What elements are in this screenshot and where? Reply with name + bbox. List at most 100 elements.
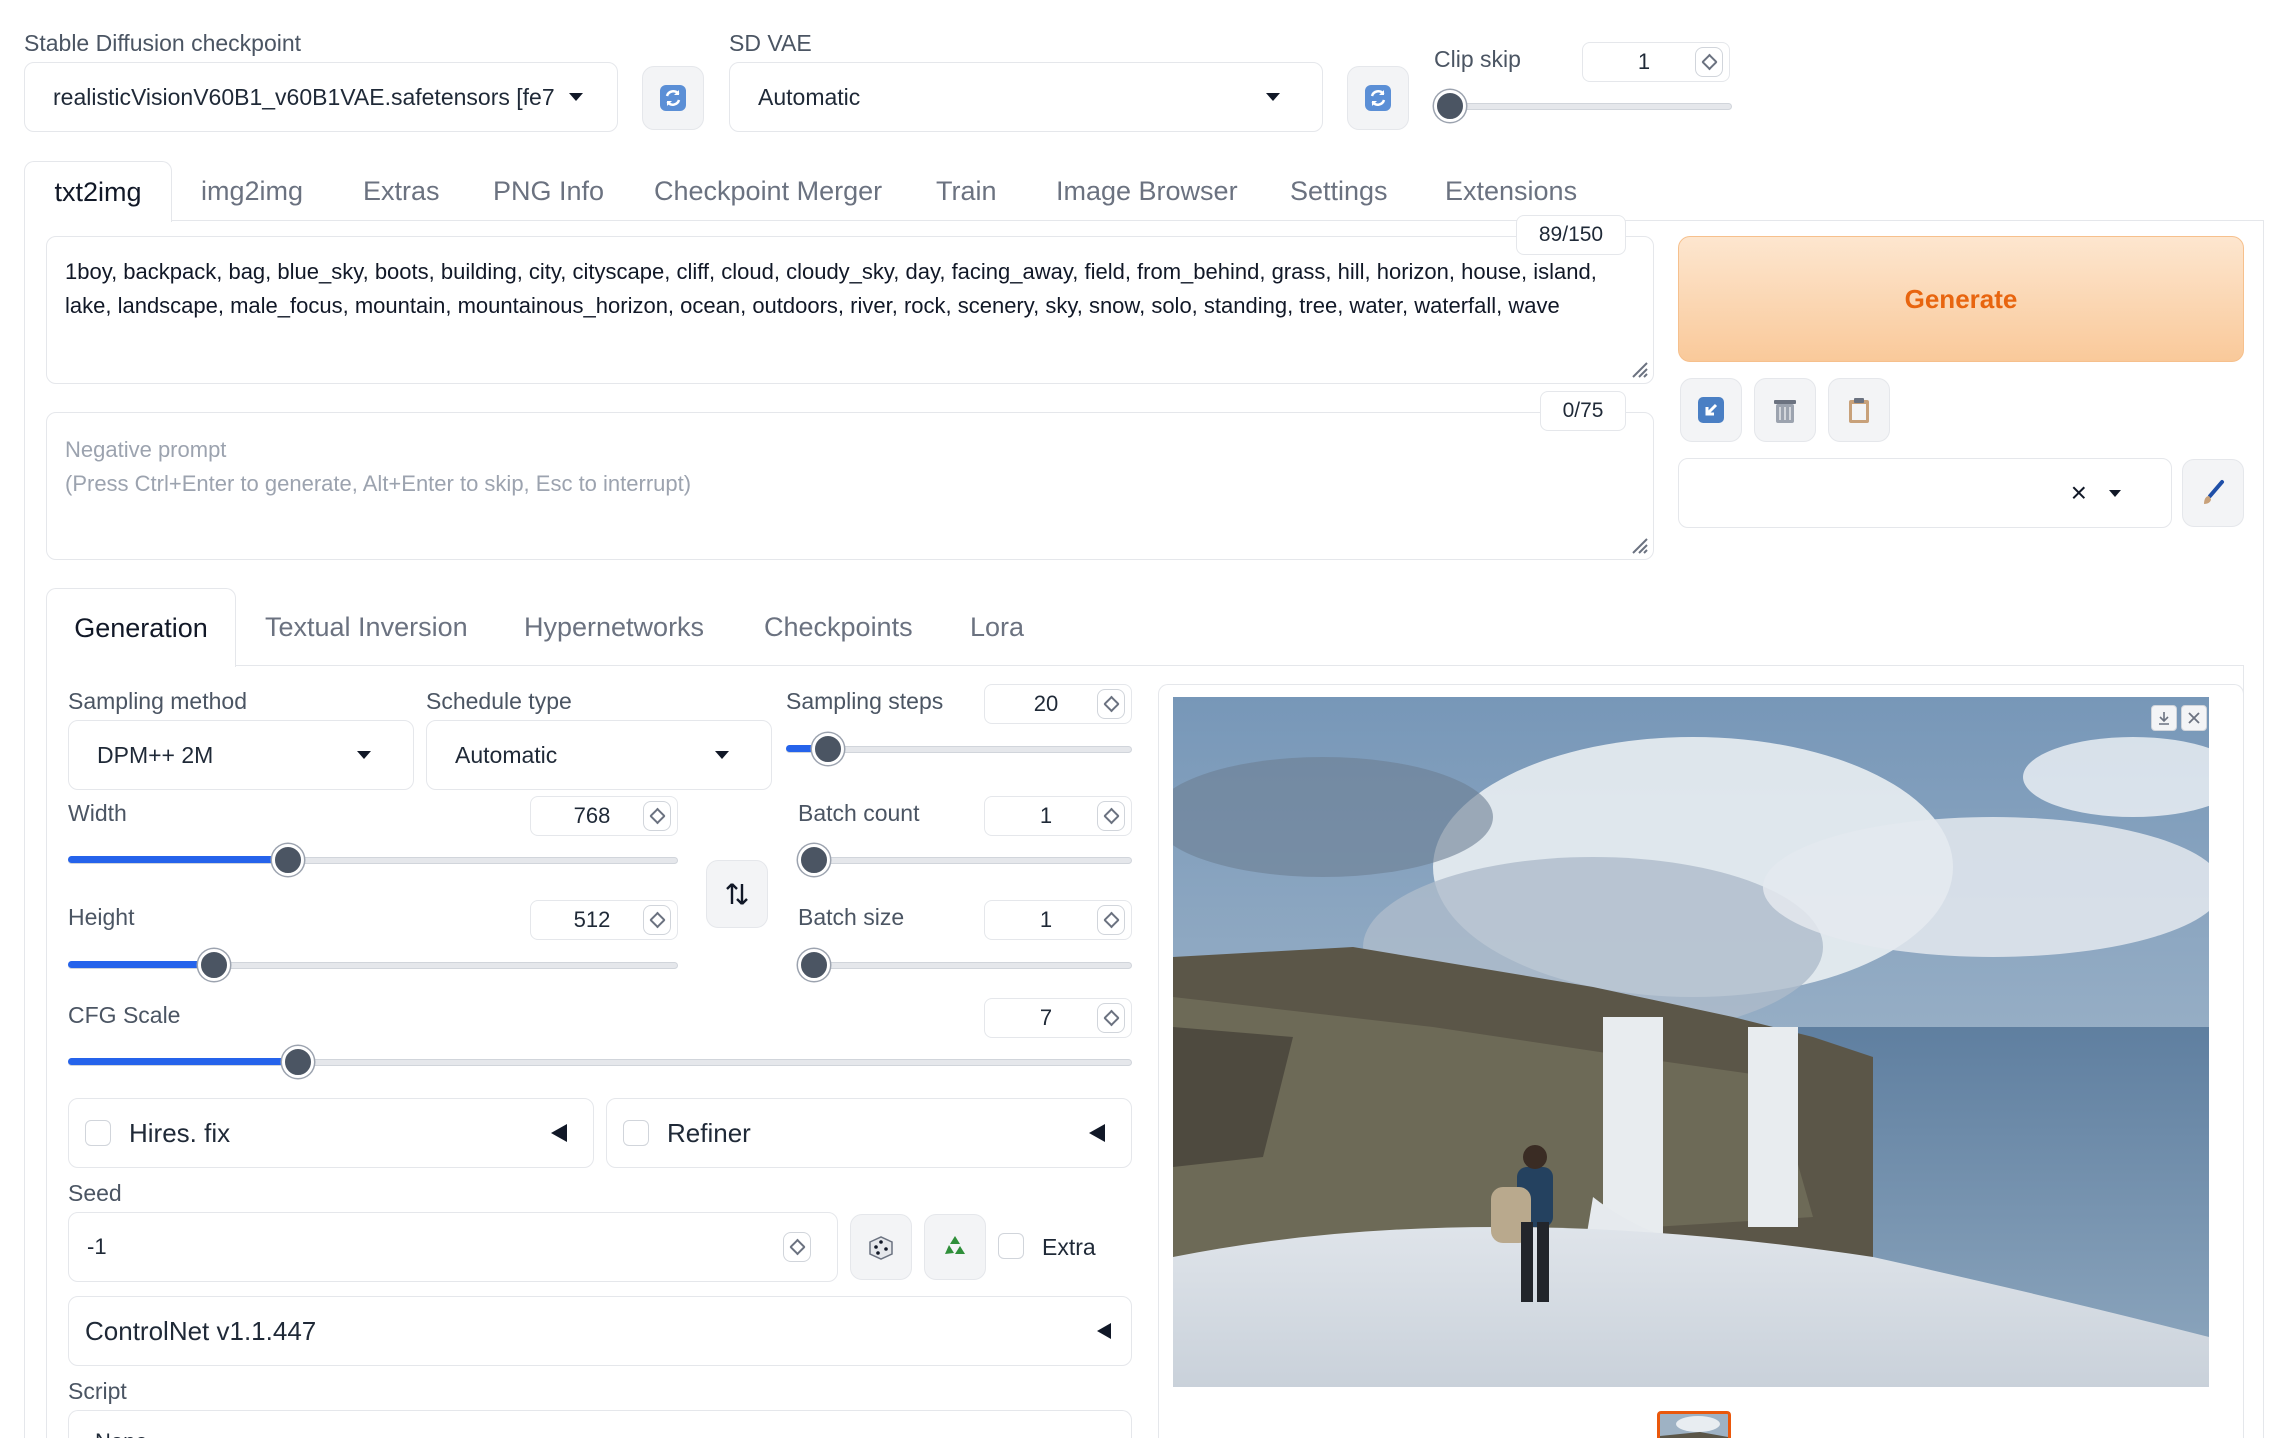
cfg-scale-slider[interactable] <box>68 1046 1132 1078</box>
resize-handle-icon[interactable] <box>1627 357 1649 379</box>
tab-img2img[interactable]: img2img <box>201 176 303 207</box>
clear-prompt-button[interactable] <box>1754 378 1816 442</box>
clip-skip-input[interactable]: 1 <box>1582 42 1730 82</box>
refresh-vae-button[interactable] <box>1347 66 1409 130</box>
width-label: Width <box>68 800 127 826</box>
tab-checkpoint-merger[interactable]: Checkpoint Merger <box>654 176 882 207</box>
download-button[interactable] <box>2151 705 2177 731</box>
random-seed-button[interactable] <box>850 1214 912 1280</box>
controlnet-accordion[interactable]: ControlNet v1.1.447 <box>68 1296 1132 1366</box>
negative-placeholder-1: Negative prompt <box>65 437 227 462</box>
vae-select[interactable]: Automatic <box>729 62 1323 132</box>
tab-png-info[interactable]: PNG Info <box>493 176 604 207</box>
batch-size-slider[interactable] <box>798 949 1132 981</box>
cfg-scale-label: CFG Scale <box>68 1002 181 1028</box>
sub-tab-bar: Generation Textual Inversion Hypernetwor… <box>46 588 2244 667</box>
tab-label: txt2img <box>54 176 142 207</box>
batch-count-input[interactable]: 1 <box>984 796 1132 836</box>
close-icon[interactable]: × <box>2071 477 2087 509</box>
seed-input[interactable]: -1 <box>68 1212 838 1282</box>
height-slider[interactable] <box>68 949 678 981</box>
collapse-arrow-icon <box>1089 1124 1105 1142</box>
stepper-icon[interactable] <box>783 1232 811 1262</box>
height-input[interactable]: 512 <box>530 900 678 940</box>
prompt-textarea[interactable]: 1boy, backpack, bag, blue_sky, boots, bu… <box>46 236 1654 384</box>
stepper-icon[interactable] <box>643 905 671 935</box>
width-input[interactable]: 768 <box>530 796 678 836</box>
refiner-label: Refiner <box>667 1117 751 1148</box>
swap-dimensions-button[interactable] <box>706 860 768 928</box>
sampling-steps-slider[interactable] <box>786 733 1132 765</box>
batch-size-input[interactable]: 1 <box>984 900 1132 940</box>
stepper-icon[interactable] <box>1097 801 1125 831</box>
sampling-steps-label: Sampling steps <box>786 688 944 714</box>
tab-extras[interactable]: Extras <box>363 176 440 207</box>
stepper-icon[interactable] <box>1097 1003 1125 1033</box>
tab-extensions[interactable]: Extensions <box>1445 176 1577 207</box>
controlnet-label: ControlNet v1.1.447 <box>85 1315 317 1346</box>
script-select[interactable]: None <box>68 1410 1132 1438</box>
tab-train[interactable]: Train <box>936 176 997 207</box>
schedule-type-value: Automatic <box>455 741 558 768</box>
extra-seed-checkbox[interactable] <box>998 1233 1024 1259</box>
tab-label: Generation <box>74 612 208 643</box>
reuse-seed-button[interactable] <box>924 1214 986 1280</box>
tab-settings[interactable]: Settings <box>1290 176 1388 207</box>
styles-select[interactable]: × <box>1678 458 2172 528</box>
close-image-button[interactable] <box>2181 705 2207 731</box>
refiner-accordion[interactable]: Refiner <box>606 1098 1132 1168</box>
collapse-arrow-icon <box>551 1124 567 1142</box>
schedule-type-select[interactable]: Automatic <box>426 720 772 790</box>
seed-label: Seed <box>68 1180 122 1206</box>
script-value: None <box>95 1429 148 1438</box>
cfg-scale-value: 7 <box>1039 1005 1053 1030</box>
prompt-token-counter: 89/150 <box>1516 215 1626 255</box>
negative-token-counter: 0/75 <box>1540 391 1626 431</box>
batch-count-slider[interactable] <box>798 844 1132 876</box>
refresh-checkpoint-button[interactable] <box>642 66 704 130</box>
script-label: Script <box>68 1378 127 1404</box>
refiner-checkbox[interactable] <box>623 1120 649 1146</box>
stepper-icon[interactable] <box>643 801 671 831</box>
batch-count-value: 1 <box>1039 803 1053 828</box>
cfg-scale-input[interactable]: 7 <box>984 998 1132 1038</box>
refresh-icon <box>660 85 686 111</box>
extra-seed-label: Extra <box>1042 1234 1096 1260</box>
landscape-image <box>1173 697 2209 1387</box>
gallery-thumbnail[interactable] <box>1657 1411 1731 1438</box>
refresh-icon <box>1365 85 1391 111</box>
stepper-icon[interactable] <box>1097 689 1125 719</box>
hires-fix-accordion[interactable]: Hires. fix <box>68 1098 594 1168</box>
sampling-steps-input[interactable]: 20 <box>984 684 1132 724</box>
stepper-icon[interactable] <box>1097 905 1125 935</box>
tab-textual-inversion[interactable]: Textual Inversion <box>265 612 468 643</box>
tab-generation[interactable]: Generation <box>46 588 236 667</box>
stepper-icon[interactable] <box>1695 47 1723 77</box>
width-slider[interactable] <box>68 844 678 876</box>
tab-txt2img[interactable]: txt2img <box>24 161 172 222</box>
clip-skip-slider[interactable] <box>1434 90 1732 122</box>
generated-image[interactable] <box>1173 697 2209 1387</box>
generate-button[interactable]: Generate <box>1678 236 2244 362</box>
checkpoint-value: realisticVisionV60B1_v60B1VAE.safetensor… <box>53 83 555 110</box>
resize-handle-icon[interactable] <box>1627 533 1649 555</box>
tab-hypernetworks[interactable]: Hypernetworks <box>524 612 704 643</box>
vae-label: SD VAE <box>729 30 812 56</box>
edit-styles-button[interactable] <box>2182 459 2244 527</box>
tab-checkpoints[interactable]: Checkpoints <box>764 612 913 643</box>
chevron-down-icon <box>2109 489 2121 497</box>
sampling-method-select[interactable]: DPM++ 2M <box>68 720 414 790</box>
tab-image-browser[interactable]: Image Browser <box>1056 176 1238 207</box>
tab-lora[interactable]: Lora <box>970 612 1024 643</box>
chevron-down-icon <box>1266 93 1280 101</box>
vae-value: Automatic <box>758 83 861 110</box>
prompt-text: 1boy, backpack, bag, blue_sky, boots, bu… <box>65 259 1597 318</box>
seed-value: -1 <box>87 1234 107 1259</box>
sampling-method-label: Sampling method <box>68 688 247 714</box>
negative-prompt-textarea[interactable]: Negative prompt (Press Ctrl+Enter to gen… <box>46 412 1654 560</box>
width-value: 768 <box>573 803 611 828</box>
hires-fix-checkbox[interactable] <box>85 1120 111 1146</box>
read-params-button[interactable] <box>1680 378 1742 442</box>
checkpoint-select[interactable]: realisticVisionV60B1_v60B1VAE.safetensor… <box>24 62 618 132</box>
apply-styles-button[interactable] <box>1828 378 1890 442</box>
